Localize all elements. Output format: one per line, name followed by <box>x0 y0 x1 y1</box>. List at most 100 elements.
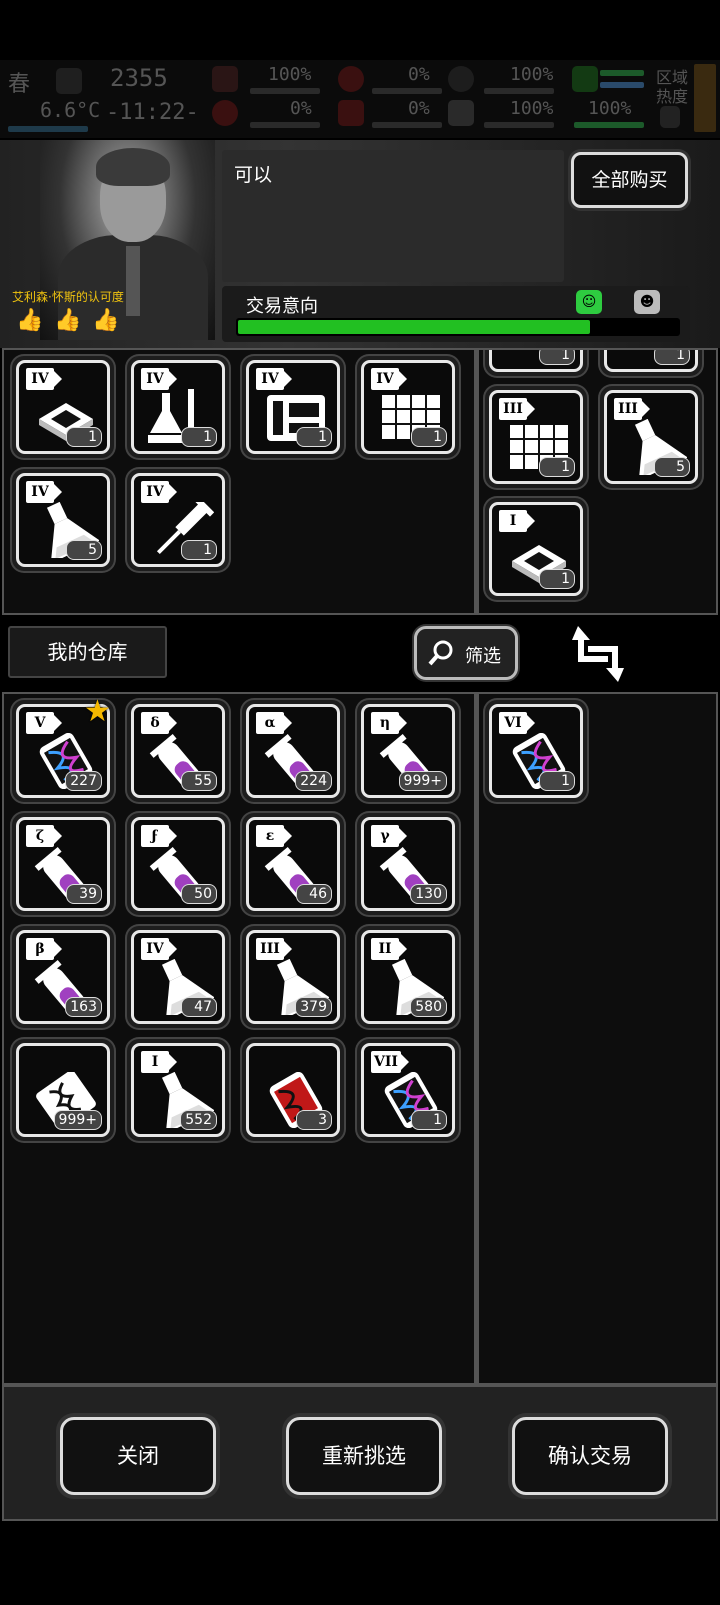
item-slot[interactable]: β 163 <box>12 926 114 1028</box>
item-tier-badge: VII <box>371 1051 409 1073</box>
item-count: 55 <box>181 771 217 791</box>
item-tier-badge: II <box>371 938 407 960</box>
filter-button[interactable]: 筛选 <box>414 626 518 680</box>
medkit-icon <box>212 66 238 92</box>
item-slot[interactable]: η 999+ <box>357 700 459 802</box>
favorite-star-icon: ★ <box>84 694 111 729</box>
item-count: 999+ <box>53 1110 102 1130</box>
item-tier-badge: VI <box>499 712 535 734</box>
item-count: 1 <box>181 427 217 447</box>
item-count: 999+ <box>398 771 447 791</box>
item-slot[interactable]: IV 1 <box>127 356 229 458</box>
item-tier-badge: IV <box>141 481 177 503</box>
stat-water: 0% <box>408 98 430 119</box>
item-frame: 1 <box>604 350 698 372</box>
stat-bar <box>600 70 644 76</box>
item-slot[interactable]: IV 1 <box>357 356 459 458</box>
item-frame: η 999+ <box>361 704 455 798</box>
sell-offer-panel: VI 1 <box>476 692 718 1385</box>
item-slot[interactable]: 1 <box>485 350 587 376</box>
item-tier-badge: δ <box>141 712 177 734</box>
item-count: 227 <box>65 771 102 791</box>
item-frame: III 379 <box>246 930 340 1024</box>
temperature-readout: 6.6°C <box>40 98 101 122</box>
intent-label: 交易意向 <box>246 296 318 317</box>
item-slot[interactable]: 3 <box>242 1039 344 1141</box>
item-count: 1 <box>296 427 332 447</box>
stat-blood: 0% <box>408 64 430 85</box>
item-frame: VI 1 <box>489 704 583 798</box>
item-frame: II 580 <box>361 930 455 1024</box>
item-slot[interactable]: ϝ 50 <box>127 813 229 915</box>
item-slot[interactable]: III 1 <box>485 386 587 488</box>
item-count: 1 <box>411 427 447 447</box>
item-count: 130 <box>410 884 447 904</box>
item-frame: ϝ 50 <box>131 817 225 911</box>
item-tier-badge: ϝ <box>141 825 177 847</box>
stat-spirit: 100% <box>510 98 554 119</box>
drop-icon <box>338 100 364 126</box>
item-count: 224 <box>295 771 332 791</box>
item-slot[interactable]: IV 1 <box>12 356 114 458</box>
stomach-icon <box>448 66 474 92</box>
reselect-button[interactable]: 重新挑选 <box>286 1417 442 1495</box>
stat-bar <box>372 122 442 128</box>
item-slot[interactable]: IV 1 <box>242 356 344 458</box>
item-count: 5 <box>654 457 690 477</box>
speaker-icon[interactable] <box>660 106 680 128</box>
item-tier-badge: IV <box>26 368 62 390</box>
buy-all-button[interactable]: 全部购买 <box>571 152 688 208</box>
item-frame: 3 <box>246 1043 340 1137</box>
item-tier-badge: I <box>499 510 535 532</box>
item-frame: β 163 <box>16 930 110 1024</box>
item-slot[interactable]: II 580 <box>357 926 459 1028</box>
item-count: 50 <box>181 884 217 904</box>
item-slot[interactable]: γ 130 <box>357 813 459 915</box>
item-tier-badge: IV <box>141 938 177 960</box>
item-slot[interactable]: VI 1 <box>485 700 587 802</box>
item-slot[interactable]: ε 46 <box>242 813 344 915</box>
item-tier-badge: III <box>499 398 535 420</box>
item-frame: III 5 <box>604 390 698 484</box>
intent-bar <box>236 318 680 336</box>
item-slot[interactable]: 999+ <box>12 1039 114 1141</box>
item-frame: γ 130 <box>361 817 455 911</box>
item-frame: III 1 <box>489 390 583 484</box>
item-slot[interactable]: III 5 <box>600 386 702 488</box>
thumbs-up-icon: 👍 <box>16 308 44 333</box>
thumbs-up-icon: 👍 <box>92 308 120 333</box>
status-bar: 春 6.6°C 2355 -11:22- 100% 0% 100% 0% 0% … <box>0 60 720 138</box>
item-slot[interactable]: IV 5 <box>12 469 114 571</box>
item-slot[interactable]: IV 47 <box>127 926 229 1028</box>
weather-icon <box>56 68 82 94</box>
item-slot[interactable]: δ 55 <box>127 700 229 802</box>
item-slot[interactable]: I1 <box>485 498 587 600</box>
item-frame: IV 1 <box>131 360 225 454</box>
item-frame: IV 1 <box>361 360 455 454</box>
item-frame: 999+ <box>16 1043 110 1137</box>
confirm-trade-button[interactable]: 确认交易 <box>512 1417 668 1495</box>
item-slot[interactable]: α 224 <box>242 700 344 802</box>
stat-bar <box>372 88 442 94</box>
stat-bar <box>250 88 320 94</box>
item-count: 1 <box>181 540 217 560</box>
close-button[interactable]: 关闭 <box>60 1417 216 1495</box>
item-slot[interactable]: 1 <box>600 350 702 376</box>
item-count: 552 <box>180 1110 217 1130</box>
buy-offer-panel: 1 1 III 1 III 5 I 1 <box>476 348 718 615</box>
filter-label: 筛选 <box>465 646 501 667</box>
season-label: 春 <box>8 72 31 97</box>
item-count: 163 <box>65 997 102 1017</box>
swap-icon[interactable] <box>570 622 626 686</box>
item-slot[interactable]: V 227 ★ <box>12 694 114 802</box>
item-slot[interactable]: VII 1 <box>357 1039 459 1141</box>
item-slot[interactable]: I 552 <box>127 1039 229 1141</box>
item-slot[interactable]: ζ 39 <box>12 813 114 915</box>
item-count: 39 <box>66 884 102 904</box>
item-slot[interactable]: IV 1 <box>127 469 229 571</box>
item-frame: VII 1 <box>361 1043 455 1137</box>
neutral-face-icon: ☻ <box>634 290 660 314</box>
item-slot[interactable]: III 379 <box>242 926 344 1028</box>
item-count: 47 <box>181 997 217 1017</box>
item-tier-badge: III <box>614 398 650 420</box>
